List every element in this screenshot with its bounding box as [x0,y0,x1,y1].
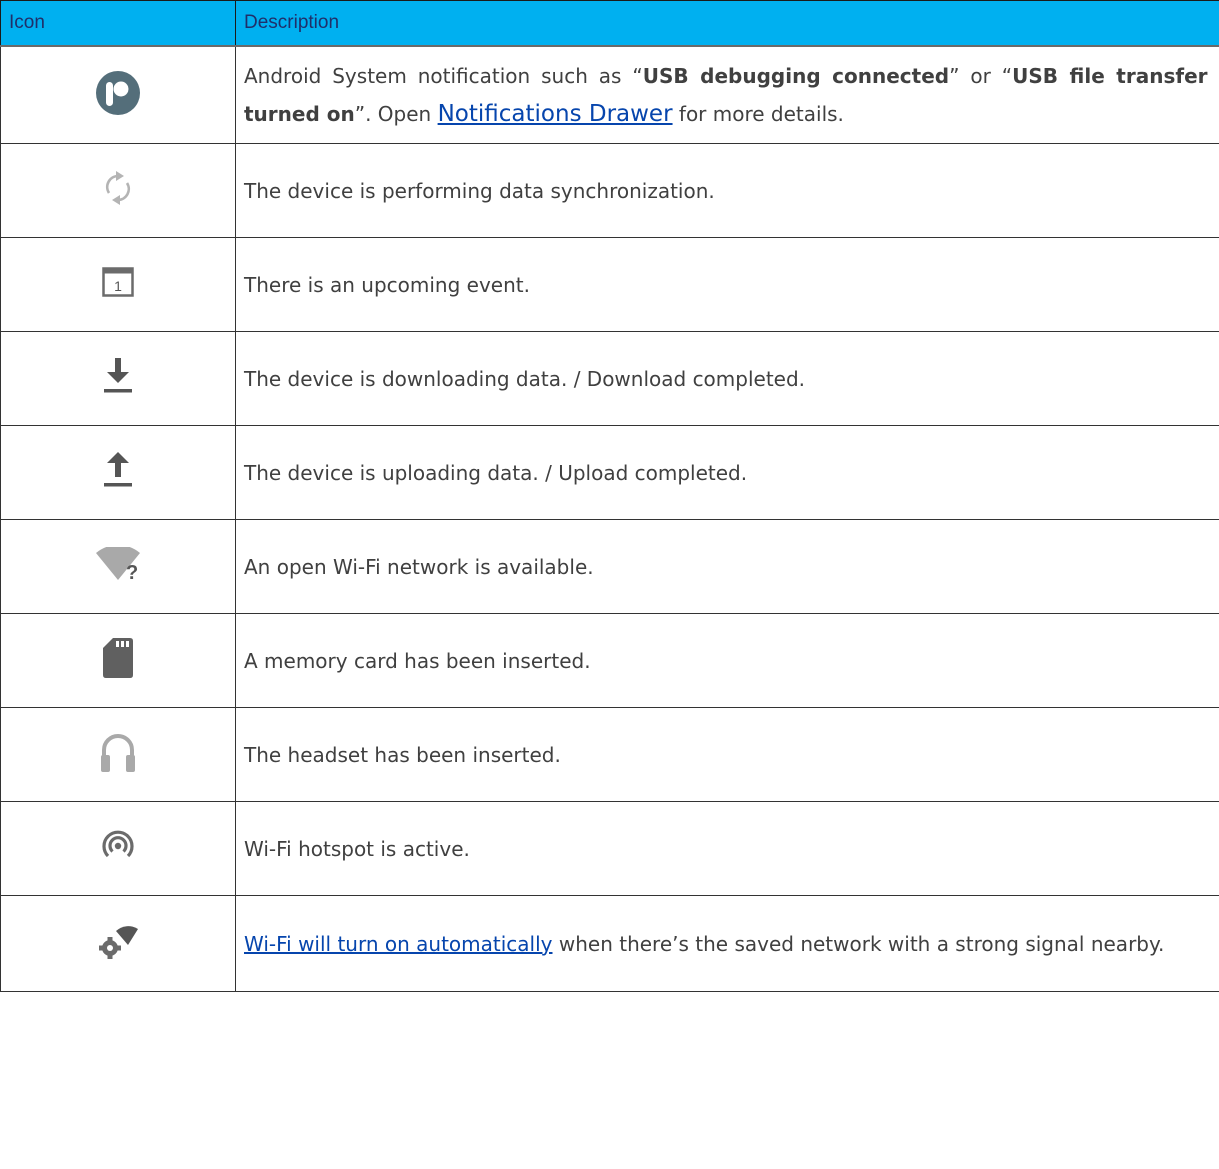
desc-text: when there’s the saved network with a st… [552,931,1165,956]
desc-text: for more details. [672,102,844,126]
memory-card-icon [103,638,133,683]
wifi-hotspot-icon [100,828,136,869]
headset-icon [100,732,136,777]
wifi-auto-on-icon [98,923,138,964]
download-icon [103,358,133,399]
description-text: There is an upcoming event. [235,237,1219,332]
table-row: 1 There is an upcoming event. [0,237,1219,332]
sync-icon [103,171,133,210]
open-wifi-network-icon: ? [96,544,140,586]
header-icon: Icon [0,0,236,47]
upload-icon [103,452,133,493]
table-row: A memory card has been inserted. [0,613,1219,708]
table-header-row: Icon Description [0,0,1219,47]
description-text: The headset has been inserted. [235,707,1219,802]
status-icons-table: Icon Description Android System notifica… [0,0,1219,992]
description-text: Wi-Fi hotspot is active. [235,801,1219,896]
header-description: Description [235,0,1219,47]
table-row: ? An open Wi-Fi network is available. [0,519,1219,614]
table-row: The device is downloading data. / Downlo… [0,331,1219,426]
table-row: The headset has been inserted. [0,707,1219,802]
android-system-notification-icon [94,69,142,122]
table-row: Wi-Fi hotspot is active. [0,801,1219,896]
description-text: The device is uploading data. / Upload c… [235,425,1219,520]
description-text: The device is downloading data. / Downlo… [235,331,1219,426]
table-row: The device is uploading data. / Upload c… [0,425,1219,520]
svg-text:?: ? [126,562,138,581]
desc-text: ” or “ [949,64,1013,88]
wifi-auto-on-link[interactable]: Wi-Fi will turn on automatically [244,932,553,956]
desc-bold: USB debugging connected [642,64,950,88]
description-text: An open Wi-Fi network is available. [235,519,1219,614]
notifications-drawer-link[interactable]: Notifications Drawer [438,101,673,127]
svg-text:1: 1 [114,278,122,294]
description-text: A memory card has been inserted. [235,613,1219,708]
table-row: Android System notification such as “USB… [0,45,1219,144]
table-row: Wi-Fi will turn on automatically when th… [0,895,1219,992]
table-row: The device is performing data synchroniz… [0,143,1219,238]
calendar-event-icon: 1 [102,267,134,302]
desc-text: Android System notification such as “ [244,64,643,88]
description-text: The device is performing data synchroniz… [235,143,1219,238]
desc-text: ”. Open [354,102,438,126]
